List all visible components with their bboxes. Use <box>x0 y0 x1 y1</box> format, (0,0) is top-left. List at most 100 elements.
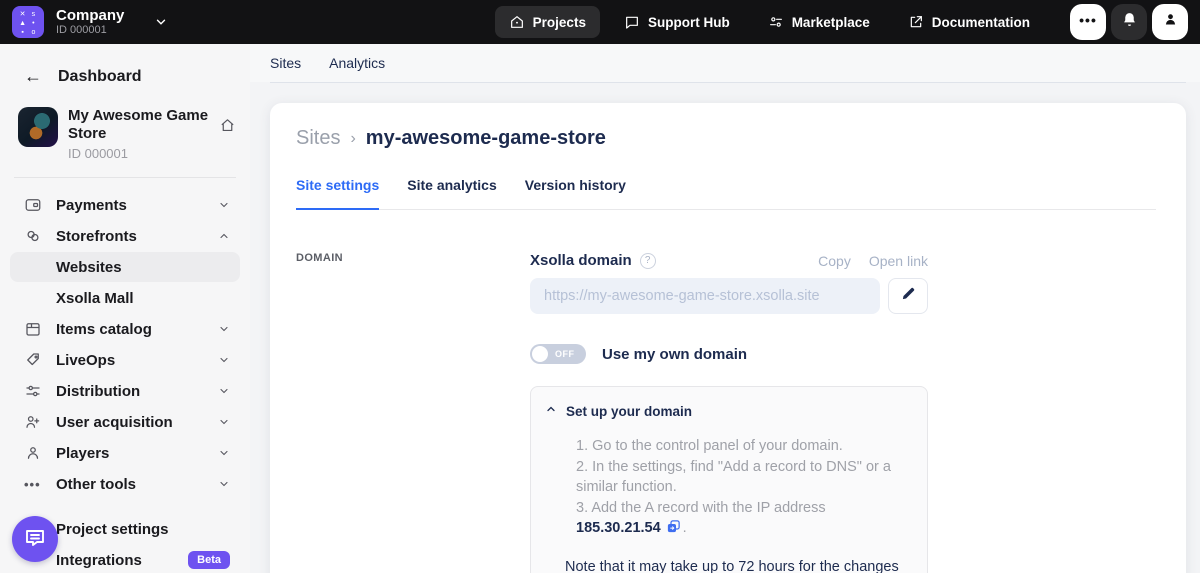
nav-documentation-label: Documentation <box>932 15 1030 30</box>
nav-projects-button[interactable]: Projects <box>495 6 600 38</box>
chat-bubble-icon <box>23 525 47 554</box>
sidebar-item-xsolla-mall[interactable]: Xsolla Mall <box>10 283 240 313</box>
sidebar-item-items-catalog[interactable]: Items catalog <box>10 314 240 344</box>
ellipsis-icon: ••• <box>24 477 42 492</box>
main-area: Sites Analytics Sites › my-awesome-game-… <box>250 44 1200 573</box>
sidebar-item-other-tools[interactable]: ••• Other tools <box>10 469 240 499</box>
back-arrow-icon[interactable]: ← <box>24 66 42 87</box>
company-name: Company <box>56 7 124 24</box>
setup-step-1: 1. Go to the control panel of your domai… <box>576 436 913 457</box>
project-avatar <box>18 107 58 147</box>
breadcrumb: Sites › my-awesome-game-store <box>296 127 1156 150</box>
project-id: ID 000001 <box>68 146 219 161</box>
company-switcher[interactable]: Company ID 000001 <box>56 7 124 37</box>
sidebar-item-websites[interactable]: Websites <box>10 252 240 282</box>
nav-projects-label: Projects <box>533 15 586 30</box>
ip-address: 185.30.21.54 <box>576 520 661 536</box>
nav-support-hub-label: Support Hub <box>648 15 730 30</box>
chevron-down-icon <box>218 354 230 366</box>
setup-domain-header[interactable]: Set up your domain <box>545 402 913 420</box>
domain-section-label: DOMAIN <box>296 252 530 264</box>
top-navigation: Projects Support Hub Marketplace Documen… <box>495 6 1044 38</box>
chevron-down-icon <box>218 199 230 211</box>
secondary-nav: Sites Analytics <box>250 44 1200 82</box>
nav-documentation-button[interactable]: Documentation <box>894 6 1044 38</box>
bell-icon <box>1121 11 1138 33</box>
subnav-sites[interactable]: Sites <box>270 55 301 71</box>
person-icon <box>24 444 42 462</box>
sidebar-title: Dashboard <box>58 68 142 86</box>
setup-note: Note that it may take up to 72 hours for… <box>565 557 913 573</box>
toggle-knob <box>532 346 548 362</box>
top-right-buttons: ••• <box>1070 4 1188 40</box>
toggle-state-label: OFF <box>555 349 575 359</box>
domain-section: DOMAIN Xsolla domain ? Copy Open link <box>296 252 1156 573</box>
sidebar-item-payments[interactable]: Payments <box>10 190 240 220</box>
storefront-icon <box>24 227 42 245</box>
box-icon <box>24 320 42 338</box>
nav-marketplace-label: Marketplace <box>792 15 870 30</box>
site-settings-card: Sites › my-awesome-game-store Site setti… <box>270 103 1186 573</box>
chevron-down-icon <box>218 447 230 459</box>
tab-site-settings[interactable]: Site settings <box>296 177 379 210</box>
page-title: my-awesome-game-store <box>366 127 606 150</box>
chat-support-button[interactable] <box>12 516 58 562</box>
chevron-right-icon: › <box>350 130 355 148</box>
home-icon[interactable] <box>219 117 236 139</box>
notifications-button[interactable] <box>1111 4 1147 40</box>
nav-support-hub-button[interactable]: Support Hub <box>610 6 744 38</box>
xsolla-domain-label: Xsolla domain <box>530 252 632 269</box>
tab-site-analytics[interactable]: Site analytics <box>407 177 497 210</box>
tab-bar: Site settings Site analytics Version his… <box>296 177 1156 210</box>
nav-marketplace-button[interactable]: Marketplace <box>754 6 884 38</box>
setup-step-3: 3. Add the A record with the IP address … <box>576 498 913 541</box>
copy-link[interactable]: Copy <box>818 253 851 269</box>
setup-domain-panel: Set up your domain 1. Go to the control … <box>530 386 928 573</box>
person-icon <box>1162 11 1179 33</box>
chevron-down-icon[interactable] <box>154 15 168 29</box>
sidebar-item-players[interactable]: Players <box>10 438 240 468</box>
sidebar-item-user-acquisition[interactable]: User acquisition <box>10 407 240 437</box>
sidebar-item-distribution[interactable]: Distribution <box>10 376 240 406</box>
help-icon[interactable]: ? <box>640 253 656 269</box>
chevron-down-icon <box>218 385 230 397</box>
project-card[interactable]: My Awesome Game Store ID 000001 <box>0 107 250 161</box>
chevron-down-icon <box>218 416 230 428</box>
user-plus-icon <box>24 413 42 431</box>
breadcrumb-sites-link[interactable]: Sites <box>296 127 340 150</box>
tab-version-history[interactable]: Version history <box>525 177 626 210</box>
copy-ip-icon[interactable] <box>666 519 681 541</box>
sliders-icon <box>24 382 42 400</box>
chevron-up-icon <box>218 230 230 242</box>
sidebar: ← Dashboard My Awesome Game Store ID 000… <box>0 44 250 573</box>
chat-icon <box>624 14 640 30</box>
setup-step-2: 2. In the settings, find "Add a record t… <box>576 457 913 498</box>
account-button[interactable] <box>1152 4 1188 40</box>
external-link-icon <box>908 14 924 30</box>
options-icon <box>768 14 784 30</box>
divider <box>270 82 1186 83</box>
xsolla-domain-input[interactable] <box>530 278 880 314</box>
edit-domain-button[interactable] <box>888 278 928 314</box>
home-icon <box>509 14 525 30</box>
wallet-icon <box>24 196 42 214</box>
chevron-down-icon <box>218 478 230 490</box>
divider <box>14 177 236 178</box>
xsolla-logo-icon[interactable]: ✕s▲•▪o <box>12 6 44 38</box>
subnav-analytics[interactable]: Analytics <box>329 55 385 71</box>
sidebar-item-storefronts[interactable]: Storefronts <box>10 221 240 251</box>
sidebar-item-liveops[interactable]: LiveOps <box>10 345 240 375</box>
open-link[interactable]: Open link <box>869 253 928 269</box>
project-name: My Awesome Game Store <box>68 107 219 143</box>
beta-badge: Beta <box>188 551 230 569</box>
use-own-domain-label: Use my own domain <box>602 346 747 363</box>
ellipsis-icon: ••• <box>1079 12 1097 28</box>
use-own-domain-toggle[interactable]: OFF <box>530 344 586 364</box>
company-id: ID 000001 <box>56 24 124 37</box>
more-options-button[interactable]: ••• <box>1070 4 1106 40</box>
top-bar: ✕s▲•▪o Company ID 000001 Projects Suppor… <box>0 0 1200 44</box>
tag-icon <box>24 351 42 369</box>
chevron-down-icon <box>218 323 230 335</box>
setup-domain-title: Set up your domain <box>566 404 692 419</box>
setup-steps: 1. Go to the control panel of your domai… <box>576 436 913 541</box>
